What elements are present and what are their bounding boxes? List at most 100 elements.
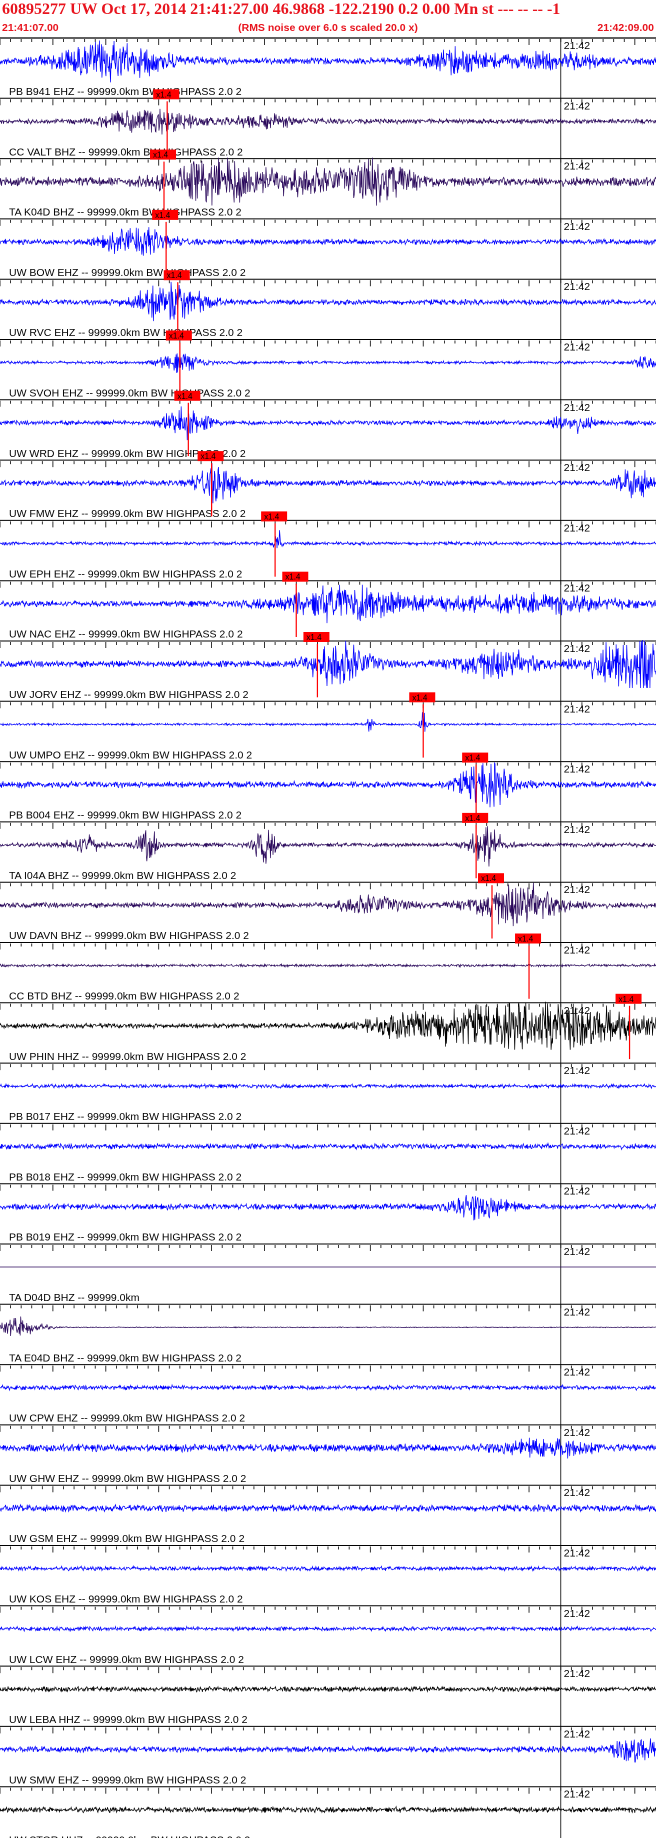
pick-label: x1.4 [264, 512, 280, 521]
minute-label: 21:42 [564, 884, 590, 896]
trace-9: 21:42 UW EPH EHZ -- 99999.0km BW HIGHPASS… [0, 511, 656, 581]
waveform [0, 353, 656, 373]
trace-7: 21:42UW WRD EHZ -- 99999.0km BW HIGHPASS… [0, 390, 656, 461]
minute-label: 21:42 [564, 1367, 590, 1379]
waveform [0, 281, 656, 322]
station-label: UW PHIN HHZ -- 99999.0km BW HIGHPASS 2.0… [9, 1051, 246, 1063]
minute-label: 21:42 [564, 221, 590, 233]
station-label: UW NAC EHZ -- 99999.0km BW HIGHPASS 2.0 … [9, 629, 243, 641]
minute-label: 21:42 [564, 1608, 590, 1620]
pick-label: x1.4 [465, 814, 481, 823]
station-label: PB B019 EHZ -- 99999.0km BW HIGHPASS 2.0… [9, 1232, 242, 1244]
trace-28: 21:42 UW LEBA HHZ -- 99999.0km BW HIGHPAS… [0, 1665, 656, 1727]
waveform [0, 1437, 656, 1459]
pick-label: x1.4 [518, 935, 534, 944]
pick-label: x1.4 [201, 452, 217, 461]
minute-label: 21:42 [564, 643, 590, 655]
trace-2: 21:42 CC VALT BHZ -- 99999.0km BW HIGHPAS… [0, 89, 656, 159]
minute-label: 21:42 [564, 1065, 590, 1077]
waveform [0, 1001, 656, 1050]
minute-label: 21:42 [564, 1125, 590, 1137]
waveform [0, 1195, 656, 1221]
trace-6: 21:42 UW SVOH EHZ -- 99999.0km BW HIGHPAS… [0, 330, 656, 400]
station-label: UW JORV EHZ -- 99999.0km BW HIGHPASS 2.0… [9, 689, 249, 701]
station-label: UW RVC EHZ -- 99999.0km BW HIGHPASS 2.0 … [9, 327, 243, 339]
waveform [0, 761, 656, 808]
station-label: UW GHW EHZ -- 99999.0km BW HIGHPASS 2.0 … [9, 1473, 246, 1485]
station-label: TA E04D BHZ -- 99999.0km BW HIGHPASS 2.0… [9, 1352, 242, 1364]
minute-label: 21:42 [564, 583, 590, 595]
seismogram-plot: 21:42 PB B941 EHZ -- 99999.0km BW HIGHPAS… [0, 37, 656, 1838]
minute-label: 21:42 [564, 281, 590, 293]
trace-11: 21:42 UW JORV EHZ -- 99999.0km BW HIGHPAS… [0, 632, 656, 702]
trace-1: 21:42 PB B941 EHZ -- 99999.0km BW HIGHPAS… [0, 37, 656, 99]
pick-label: x1.4 [169, 332, 185, 341]
waveform [0, 1625, 656, 1633]
station-label: UW EPH EHZ -- 99999.0km BW HIGHPASS 2.0 … [9, 568, 242, 580]
pick-label: x1.4 [177, 392, 193, 401]
pick-label: x1.4 [306, 633, 322, 642]
pick-label: x1.4 [465, 754, 481, 763]
pick-label: x1.4 [167, 271, 183, 280]
waveform [0, 712, 656, 732]
minute-label: 21:42 [564, 1427, 590, 1439]
minute-label: 21:42 [564, 824, 590, 836]
trace-16: 21:42 CC BTD BHZ -- 99999.0km BW HIGHPASS… [0, 933, 656, 1003]
pick-label: x1.4 [481, 874, 497, 883]
minute-label: 21:42 [564, 764, 590, 776]
minute-label: 21:42 [564, 40, 590, 52]
minute-label: 21:42 [564, 1487, 590, 1499]
trace-13: 21:42 PB B004 EHZ -- 99999.0km BW HIGHPAS… [0, 752, 656, 822]
trace-15: 21:42 UW DAVN BHZ -- 99999.0km BW HIGHPAS… [0, 873, 656, 943]
trace-10: 21:42 UW NAC EHZ -- 99999.0km BW HIGHPASS… [0, 571, 656, 641]
waveform [0, 1805, 656, 1814]
station-label: PB B941 EHZ -- 99999.0km BW HIGHPASS 2.0… [9, 86, 242, 98]
station-label: PB B004 EHZ -- 99999.0km BW HIGHPASS 2.0… [9, 810, 242, 822]
station-label: TA K04D BHZ -- 99999.0km BW HIGHPASS 2.0… [9, 207, 242, 219]
trace-27: 21:42 UW LCW EHZ -- 99999.0km BW HIGHPASS… [0, 1605, 656, 1667]
minute-label: 21:42 [564, 342, 590, 354]
pick-label: x1.4 [412, 693, 428, 702]
minute-label: 21:42 [564, 161, 590, 173]
station-label: PB B017 EHZ -- 99999.0km BW HIGHPASS 2.0… [9, 1111, 242, 1123]
pick-label: x1.4 [155, 211, 171, 220]
pick-label: x1.4 [619, 995, 635, 1004]
station-label: TA D04D BHZ -- 99999.0km [9, 1292, 140, 1304]
trace-18: 21:42 PB B017 EHZ -- 99999.0km BW HIGHPAS… [0, 1062, 656, 1124]
waveform [0, 639, 656, 689]
minute-label: 21:42 [564, 1186, 590, 1198]
waveform [0, 1383, 656, 1392]
station-label: UW CPW EHZ -- 99999.0km BW HIGHPASS 2.0 … [9, 1413, 245, 1425]
minute-label: 21:42 [564, 1246, 590, 1258]
station-label: TA I04A BHZ -- 99999.0km BW HIGHPASS 2.0… [9, 870, 236, 882]
trace-24: 21:42 UW GHW EHZ -- 99999.0km BW HIGHPASS… [0, 1424, 656, 1486]
station-label: UW LCW EHZ -- 99999.0km BW HIGHPASS 2.0 … [9, 1654, 244, 1666]
station-label: UW LEBA HHZ -- 99999.0km BW HIGHPASS 2.0… [9, 1714, 248, 1726]
trace-26: 21:42 UW KOS EHZ -- 99999.0km BW HIGHPASS… [0, 1545, 656, 1606]
station-label: UW SMW EHZ -- 99999.0km BW HIGHPASS 2.0 … [9, 1774, 246, 1786]
trace-21: 21:42 TA D04D BHZ -- 99999.0km [0, 1243, 656, 1305]
station-label: CC VALT BHZ -- 99999.0km BW HIGHPASS 2.0… [9, 146, 243, 158]
trace-19: 21:42 PB B018 EHZ -- 99999.0km BW HIGHPAS… [0, 1122, 656, 1184]
waveform [0, 530, 656, 549]
waveform [0, 962, 656, 968]
trace-22: 21:42 TA E04D BHZ -- 99999.0km BW HIGHPAS… [0, 1303, 656, 1365]
station-label: UW KOS EHZ -- 99999.0km BW HIGHPASS 2.0 … [9, 1594, 243, 1606]
minute-label: 21:42 [564, 703, 590, 715]
trace-5: 21:42 UW RVC EHZ -- 99999.0km BW HIGHPASS… [0, 270, 656, 340]
pick-label: x1.4 [285, 573, 301, 582]
trace-4: 21:42 UW BOW EHZ -- 99999.0km BW HIGHPASS… [0, 209, 656, 280]
minute-label: 21:42 [564, 1668, 590, 1680]
station-label: UW FMW EHZ -- 99999.0km BW HIGHPASS 2.0 … [9, 508, 246, 520]
trace-23: 21:42 UW CPW EHZ -- 99999.0km BW HIGHPASS… [0, 1364, 656, 1425]
minute-label: 21:42 [564, 945, 590, 957]
trace-12: 21:42 UW UMPO EHZ -- 99999.0km BW HIGHPAS… [0, 692, 656, 762]
trace-30: 21:42UW STOR HHZ -- 99999.0km BW HIGHPAS… [0, 1786, 656, 1838]
station-label: PB B018 EHZ -- 99999.0km BW HIGHPASS 2.0… [9, 1171, 242, 1183]
minute-label: 21:42 [564, 1548, 590, 1560]
minute-label: 21:42 [564, 522, 590, 534]
waveform [0, 1316, 656, 1336]
trace-3: 21:42 TA K04D BHZ -- 99999.0km BW HIGHPAS… [0, 149, 656, 219]
pick-label: x1.4 [153, 151, 169, 160]
trace-29: 21:42 UW SMW EHZ -- 99999.0km BW HIGHPASS… [0, 1725, 656, 1787]
